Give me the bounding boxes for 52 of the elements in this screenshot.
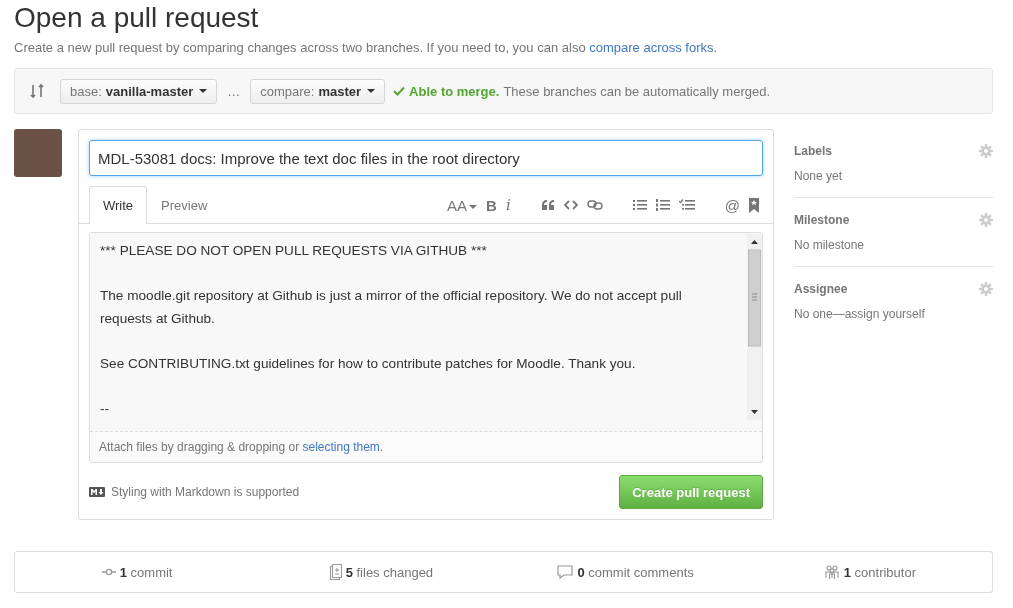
range-separator: … [226, 83, 242, 99]
mention-tool[interactable]: @ [724, 196, 740, 214]
comment-icon [557, 565, 574, 579]
avatar-placeholder [14, 129, 62, 177]
select-files-link[interactable]: selecting them [302, 440, 380, 454]
bookmark-icon[interactable] [749, 197, 759, 213]
commit-icon [101, 568, 116, 576]
compare-branch-button[interactable]: compare: master [250, 78, 386, 104]
caret-icon [367, 89, 376, 93]
summary-text: 1 contributor [843, 564, 916, 580]
header-tool[interactable]: AA [447, 196, 478, 214]
title-field[interactable]: MDL-53081 docs: Improve the text doc files in the root directory [89, 140, 763, 176]
sidebar-heading: Milestone [794, 213, 850, 227]
markdown-icon [89, 487, 105, 497]
bold-tool[interactable]: B [486, 196, 497, 214]
check-icon [393, 86, 406, 96]
page-subtitle: Create a new pull request by comparing changes across two branches. If you need to, you can also [14, 40, 586, 55]
sidebar-value: None yet [794, 169, 844, 183]
merge-status-text: These branches can be automatically merged. [503, 83, 771, 99]
page-title: Open a pull request [14, 1, 260, 35]
comment-body-text: -- [100, 399, 111, 418]
people-icon [823, 564, 840, 580]
base-branch-button[interactable]: base: vanilla-master [60, 78, 218, 104]
quote-icon[interactable] [540, 199, 555, 211]
attach-hint: Attach files by dragging & dropping or [99, 440, 300, 454]
comment-body-text: The moodle.git repository at Github is just a mirror of the official repository. We do not accept pull requests at Github. [100, 287, 683, 328]
sidebar-heading: Labels [794, 144, 832, 158]
link-icon[interactable] [586, 199, 603, 211]
file-diff-icon [329, 564, 342, 580]
editor-tab[interactable]: Write [89, 186, 148, 224]
sidebar-value: No milestone [794, 238, 866, 252]
bullet-list-icon[interactable] [632, 199, 647, 211]
sidebar-heading: Assignee [794, 282, 848, 296]
editor-tab[interactable]: Preview [147, 186, 222, 223]
summary-text: 5 files changed [345, 564, 434, 580]
italic-tool[interactable]: i [505, 196, 511, 214]
summary-text: 0 commit comments [577, 564, 694, 580]
comment-body-text: See CONTRIBUTING.txt guidelines for how to contribute patches for Moodle. Thank you. [100, 354, 637, 373]
subtitle-period: . [713, 40, 718, 55]
compare-forks-link[interactable]: compare across forks [589, 40, 714, 55]
markdown-note: Styling with Markdown is supported [111, 485, 300, 499]
summary-text: 1 commit [119, 564, 173, 580]
numbered-list-icon[interactable] [655, 199, 670, 211]
task-list-icon[interactable] [678, 199, 695, 211]
sidebar-value: No one—assign yourself [794, 307, 926, 321]
caret-icon [199, 89, 208, 93]
comment-body-text: *** PLEASE DO NOT OPEN PULL REQUESTS VIA GITHUB *** [100, 242, 488, 260]
compare-arrows-icon [30, 83, 44, 99]
attach-period: . [379, 440, 384, 454]
code-icon[interactable] [563, 199, 578, 211]
comment-body-field[interactable] [90, 233, 762, 432]
merge-status-title: Able to merge. [409, 83, 500, 99]
